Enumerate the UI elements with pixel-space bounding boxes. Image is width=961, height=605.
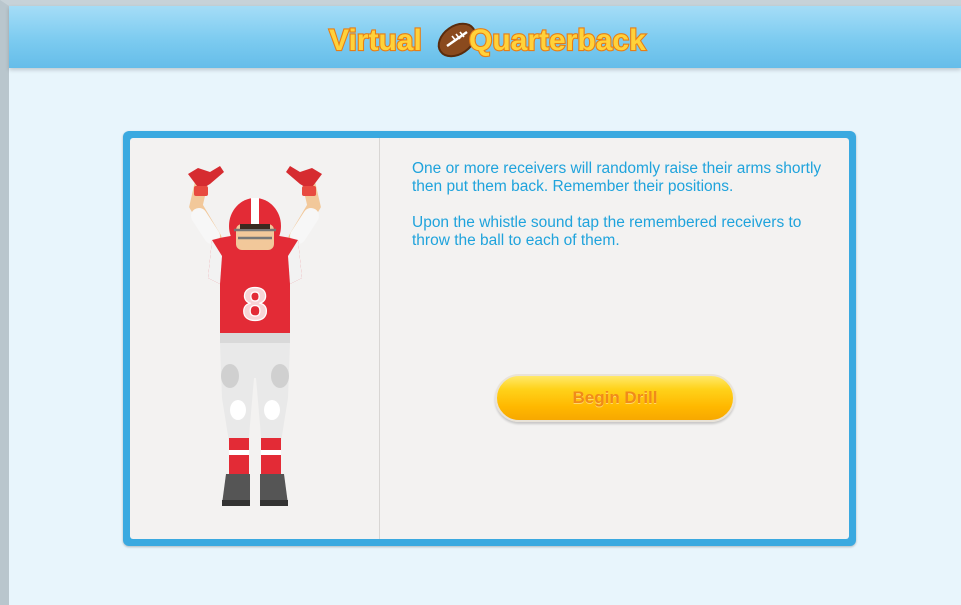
- instructions-text: One or more receivers will randomly rais…: [412, 160, 832, 268]
- player-illustration: 8: [130, 138, 379, 539]
- app-title-part2: Quarterback: [469, 24, 646, 57]
- app-title-part1: Virtual: [329, 24, 422, 57]
- instruction-paragraph-2: Upon the whistle sound tap the remembere…: [412, 214, 802, 249]
- player-helmet: [229, 198, 281, 254]
- player-cleats: [222, 474, 288, 506]
- begin-drill-button[interactable]: Begin Drill: [495, 374, 735, 422]
- instruction-paragraph-1: One or more receivers will randomly rais…: [412, 160, 822, 195]
- app-header: Virtual Quarterback: [9, 6, 961, 68]
- app-logo: Virtual Quarterback: [319, 12, 659, 64]
- player-pants: [220, 333, 290, 448]
- panel-divider: [379, 138, 380, 539]
- jersey-number: 8: [242, 278, 268, 330]
- instruction-panel-content: 8 One or more receivers will randomly ra…: [130, 138, 849, 539]
- instruction-panel: 8 One or more receivers will randomly ra…: [123, 131, 856, 546]
- player-socks: [229, 438, 281, 474]
